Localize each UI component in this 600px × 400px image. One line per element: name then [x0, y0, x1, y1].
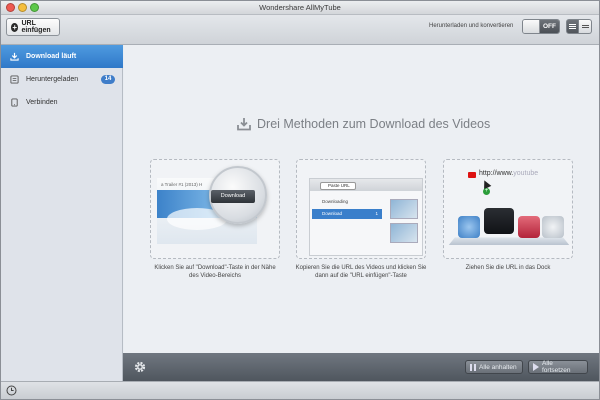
- plus-icon: +: [11, 22, 19, 32]
- list-view-icon: [569, 24, 576, 25]
- video-thumbnail-illustration: [390, 223, 418, 243]
- sidebar-item-label: Download läuft: [26, 53, 77, 60]
- play-icon: [533, 363, 539, 371]
- pause-all-button[interactable]: Alle anhalten: [465, 360, 523, 374]
- list-view-button[interactable]: [566, 19, 579, 34]
- resume-all-label: Alle fortsetzen: [542, 360, 571, 374]
- method-caption-1: Klicken Sie auf "Download"-Taste in der …: [154, 265, 276, 279]
- download-convert-toggle[interactable]: OFF: [522, 19, 560, 34]
- detail-view-button[interactable]: [579, 19, 592, 34]
- clock-icon[interactable]: [6, 385, 17, 396]
- illustration-row-downloaded: Download 1: [312, 209, 382, 219]
- app-window-illustration: Paste URL Downloading Download 1: [309, 178, 423, 256]
- title-bar: Wondershare AllMyTube: [1, 1, 599, 15]
- video-page-title: a Trailer #1 (2013) H: [161, 182, 203, 187]
- download-button-illustration-label: Download: [220, 193, 246, 199]
- video-thumbnail-illustration: [390, 199, 418, 219]
- download-button-illustration: Download: [211, 190, 255, 203]
- main-heading-text: Drei Methoden zum Download des Videos: [257, 117, 491, 131]
- monitor-icon: [484, 208, 514, 234]
- pause-all-label: Alle anhalten: [479, 363, 517, 371]
- resume-all-button[interactable]: Alle fortsetzen: [528, 360, 588, 374]
- download-icon: [10, 52, 19, 61]
- youtube-icon: [468, 172, 476, 178]
- gear-icon[interactable]: [133, 360, 147, 374]
- main-heading: Drei Methoden zum Download des Videos: [236, 117, 490, 131]
- sidebar-item-label: Verbinden: [26, 99, 58, 106]
- sidebar-item-label: Heruntergeladen: [26, 76, 79, 83]
- dock-app-icon: [518, 216, 540, 238]
- sidebar: Download läuft Heruntergeladen 14 Verbin…: [1, 45, 123, 381]
- method-caption-2: Kopieren Sie die URL des Videos und klic…: [295, 265, 427, 279]
- toggle-knob: [523, 20, 540, 33]
- pause-icon: [470, 363, 476, 371]
- downloaded-icon: [10, 75, 19, 84]
- method-card-download-button: a Trailer #1 (2013) H Download: [150, 159, 280, 259]
- sidebar-item-connect[interactable]: Verbinden: [1, 91, 123, 114]
- dock-app-icon: [458, 216, 480, 238]
- paste-url-button[interactable]: + URL einfügen: [6, 18, 60, 36]
- method-card-paste-url: Paste URL Downloading Download 1: [296, 159, 426, 259]
- bottom-bar: Alle anhalten Alle fortsetzen: [123, 353, 599, 381]
- downloaded-count-badge: 14: [101, 75, 115, 84]
- window-title: Wondershare AllMyTube: [259, 3, 341, 12]
- sidebar-item-downloading[interactable]: Download läuft: [1, 45, 123, 68]
- main-panel: Drei Methoden zum Download des Videos a …: [124, 45, 599, 353]
- toggle-state-label: OFF: [540, 20, 559, 33]
- sidebar-item-downloaded[interactable]: Heruntergeladen 14: [1, 68, 123, 91]
- toolbar: + URL einfügen Herunterladen und konvert…: [1, 15, 599, 45]
- connect-icon: [11, 98, 18, 107]
- paste-url-label: URL einfügen: [21, 20, 51, 34]
- app-window: Wondershare AllMyTube + URL einfügen Her…: [0, 0, 600, 400]
- dock-app-icon: [542, 216, 564, 238]
- method-caption-3: Ziehen Sie die URL in das Dock: [465, 265, 551, 271]
- status-bar: [1, 381, 599, 399]
- illustration-badge: 1: [375, 211, 378, 216]
- illustration-toolbar: Paste URL: [310, 179, 422, 191]
- add-icon: +: [483, 188, 490, 195]
- paste-url-illustration: Paste URL: [320, 182, 356, 190]
- download-tray-icon: [237, 118, 251, 131]
- view-switcher: [566, 19, 592, 34]
- illustration-row-downloading: Downloading: [322, 199, 349, 204]
- url-illustration: http://www.youtube: [479, 170, 539, 177]
- method-card-drag-to-dock: http://www.youtube +: [443, 159, 573, 259]
- dock-illustration: [448, 237, 570, 246]
- download-convert-label: Herunterladen und konvertieren: [429, 23, 514, 29]
- detail-view-icon: [581, 25, 589, 26]
